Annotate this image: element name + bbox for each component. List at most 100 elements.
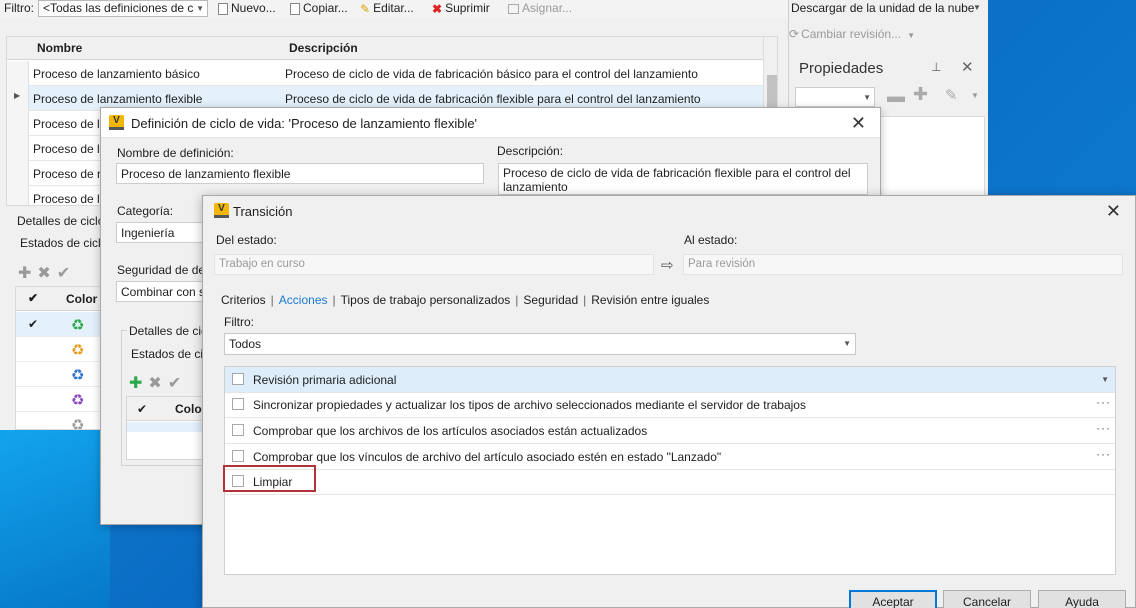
list-item[interactable]: Limpiar bbox=[225, 469, 1115, 495]
row-name: Proceso de lanzamiento flexible bbox=[33, 92, 203, 106]
close-icon[interactable]: ✕ bbox=[1106, 201, 1121, 222]
chevron-down-icon[interactable]: ▼ bbox=[971, 91, 979, 100]
delete-button[interactable]: ✖ Suprimir bbox=[432, 1, 490, 16]
state-row[interactable]: ♻ bbox=[16, 337, 104, 362]
filter-value: Todos bbox=[229, 337, 262, 351]
more-options-icon[interactable]: ··· bbox=[1096, 421, 1111, 435]
states-toolbar: ✚✖✔ bbox=[129, 373, 187, 393]
assign-button[interactable]: Asignar... bbox=[508, 1, 572, 15]
checkbox[interactable] bbox=[232, 450, 244, 462]
arrow-right-icon: ⇨ bbox=[661, 257, 674, 274]
security-dropdown[interactable]: Combinar con s bbox=[116, 281, 206, 302]
change-revision-button[interactable]: ⟳ Cambiar revisión... ▼ bbox=[789, 27, 915, 41]
row-gutter: ▶ bbox=[7, 86, 29, 111]
grid-header: Nombre Descripción bbox=[7, 37, 763, 60]
row-description: Proceso de ciclo de vida de fabricación … bbox=[285, 92, 701, 106]
cancel-button[interactable]: Cancelar bbox=[943, 590, 1031, 608]
copy-icon bbox=[290, 2, 300, 15]
delete-x-icon: ✖ bbox=[432, 1, 443, 16]
states-grid-header: ✔ Color bbox=[16, 287, 104, 311]
filter-label: Filtro: bbox=[4, 1, 34, 15]
row-gutter bbox=[7, 111, 29, 136]
vault-logo-icon: V bbox=[214, 203, 229, 218]
category-dropdown[interactable]: Ingeniería bbox=[116, 222, 206, 243]
description-input[interactable]: Proceso de ciclo de vida de fabricación … bbox=[498, 163, 868, 195]
tab-peer-review[interactable]: Revisión entre iguales bbox=[591, 293, 709, 307]
from-state-field: Trabajo en curso bbox=[214, 254, 654, 275]
add-icon[interactable]: ✚ bbox=[129, 375, 148, 392]
definition-name-input[interactable]: Proceso de lanzamiento flexible bbox=[116, 163, 484, 184]
column-header-color[interactable]: Color bbox=[66, 292, 97, 306]
pencil-icon[interactable]: ✎ bbox=[945, 86, 958, 104]
copy-button[interactable]: Copiar... bbox=[290, 1, 348, 15]
tab-security[interactable]: Seguridad bbox=[523, 293, 578, 307]
row-name: Proceso de lanzamiento básico bbox=[33, 67, 200, 81]
details-label: Detalles de ciclo bbox=[17, 214, 105, 228]
actions-list: Revisión primaria adicional ▼ Sincronizar… bbox=[224, 366, 1116, 575]
more-options-icon[interactable]: ··· bbox=[1096, 447, 1111, 461]
remove-icon[interactable]: ▬ bbox=[887, 86, 905, 107]
new-button[interactable]: Nuevo... bbox=[218, 1, 276, 15]
new-button-label: Nuevo... bbox=[231, 1, 276, 15]
pencil-icon: ✎ bbox=[360, 1, 371, 16]
add-icon[interactable]: ✚ bbox=[913, 84, 928, 105]
recycle-purple-icon: ♻ bbox=[71, 392, 85, 409]
row-gutter bbox=[7, 136, 29, 161]
column-header-description[interactable]: Descripción bbox=[289, 41, 358, 55]
add-icon[interactable]: ✚ bbox=[18, 265, 37, 282]
assign-icon bbox=[508, 3, 519, 14]
state-row[interactable]: ♻ bbox=[16, 362, 104, 387]
states-label: Estados de cic bbox=[131, 347, 210, 361]
list-item[interactable]: Sincronizar propiedades y actualizar los… bbox=[225, 392, 1115, 418]
ok-button[interactable]: Aceptar bbox=[849, 590, 937, 608]
vault-logo-icon: V bbox=[109, 115, 124, 130]
chevron-down-icon[interactable]: ▼ bbox=[1101, 375, 1109, 384]
list-item[interactable]: Revisión primaria adicional ▼ bbox=[225, 367, 1115, 393]
actions-filter-dropdown[interactable]: Todos ▼ bbox=[224, 333, 856, 355]
list-item[interactable]: Comprobar que los archivos de los artícu… bbox=[225, 418, 1115, 444]
list-item[interactable]: Comprobar que los vínculos de archivo de… bbox=[225, 444, 1115, 470]
close-icon[interactable]: ✕ bbox=[961, 58, 974, 76]
dialog-title: Transición bbox=[233, 204, 293, 219]
more-options-icon[interactable]: ··· bbox=[1096, 395, 1111, 409]
edit-button-label: Editar... bbox=[373, 1, 414, 15]
action-label: Comprobar que los archivos de los artícu… bbox=[253, 424, 648, 438]
row-pointer-icon: ▶ bbox=[14, 91, 21, 100]
help-button[interactable]: Ayuda bbox=[1038, 590, 1126, 608]
checkbox[interactable] bbox=[232, 398, 244, 410]
state-row[interactable]: ✔ ♻ bbox=[16, 312, 104, 337]
action-label: Comprobar que los vínculos de archivo de… bbox=[253, 450, 722, 464]
chevron-down-icon[interactable]: ▼ bbox=[973, 3, 981, 12]
edit-button[interactable]: ✎ Editar... bbox=[360, 1, 414, 16]
row-name: Proceso de re bbox=[33, 167, 108, 181]
tab-actions[interactable]: Acciones bbox=[279, 293, 328, 307]
close-icon[interactable]: ✕ bbox=[851, 113, 866, 134]
checkmark-icon: ✔ bbox=[28, 317, 39, 331]
tab-separator: | bbox=[270, 293, 274, 307]
transition-dialog: V Transición ✕ Del estado: Trabajo en cu… bbox=[202, 195, 1136, 608]
state-row[interactable]: ♻ bbox=[16, 387, 104, 412]
delete-icon[interactable]: ✖ bbox=[37, 265, 56, 282]
chevron-down-icon: ▼ bbox=[863, 93, 871, 102]
description-label: Descripción: bbox=[497, 144, 564, 158]
filter-dropdown-value: <Todas las definiciones de c bbox=[43, 1, 194, 15]
tab-criteria[interactable]: Criterios bbox=[221, 293, 266, 307]
check-icon[interactable]: ✔ bbox=[57, 265, 76, 282]
delete-icon[interactable]: ✖ bbox=[148, 375, 167, 392]
checkbox[interactable] bbox=[232, 373, 244, 385]
checkbox[interactable] bbox=[232, 424, 244, 436]
state-row[interactable]: ♻ bbox=[16, 412, 104, 429]
pin-icon[interactable]: ⊥ bbox=[931, 60, 941, 74]
tab-custom-job-types[interactable]: Tipos de trabajo personalizados bbox=[341, 293, 511, 307]
row-gutter bbox=[7, 161, 29, 186]
to-state-label: Al estado: bbox=[684, 233, 738, 247]
filter-dropdown[interactable]: <Todas las definiciones de c ▼ bbox=[38, 0, 208, 17]
column-header-name[interactable]: Nombre bbox=[37, 41, 82, 55]
states-grid: ✔ Color ✔ ♻ ♻ ♻ ♻ ♻ bbox=[15, 286, 105, 430]
state-row[interactable] bbox=[127, 422, 204, 432]
check-icon[interactable]: ✔ bbox=[168, 375, 187, 392]
properties-dropdown[interactable]: ▼ bbox=[795, 87, 875, 107]
dialog-titlebar: V Definición de ciclo de vida: 'Proceso … bbox=[101, 108, 880, 138]
table-row[interactable]: Proceso de lanzamiento básico Proceso de … bbox=[7, 61, 763, 86]
download-cloud-button[interactable]: Descargar de la unidad de la nube bbox=[791, 1, 974, 15]
